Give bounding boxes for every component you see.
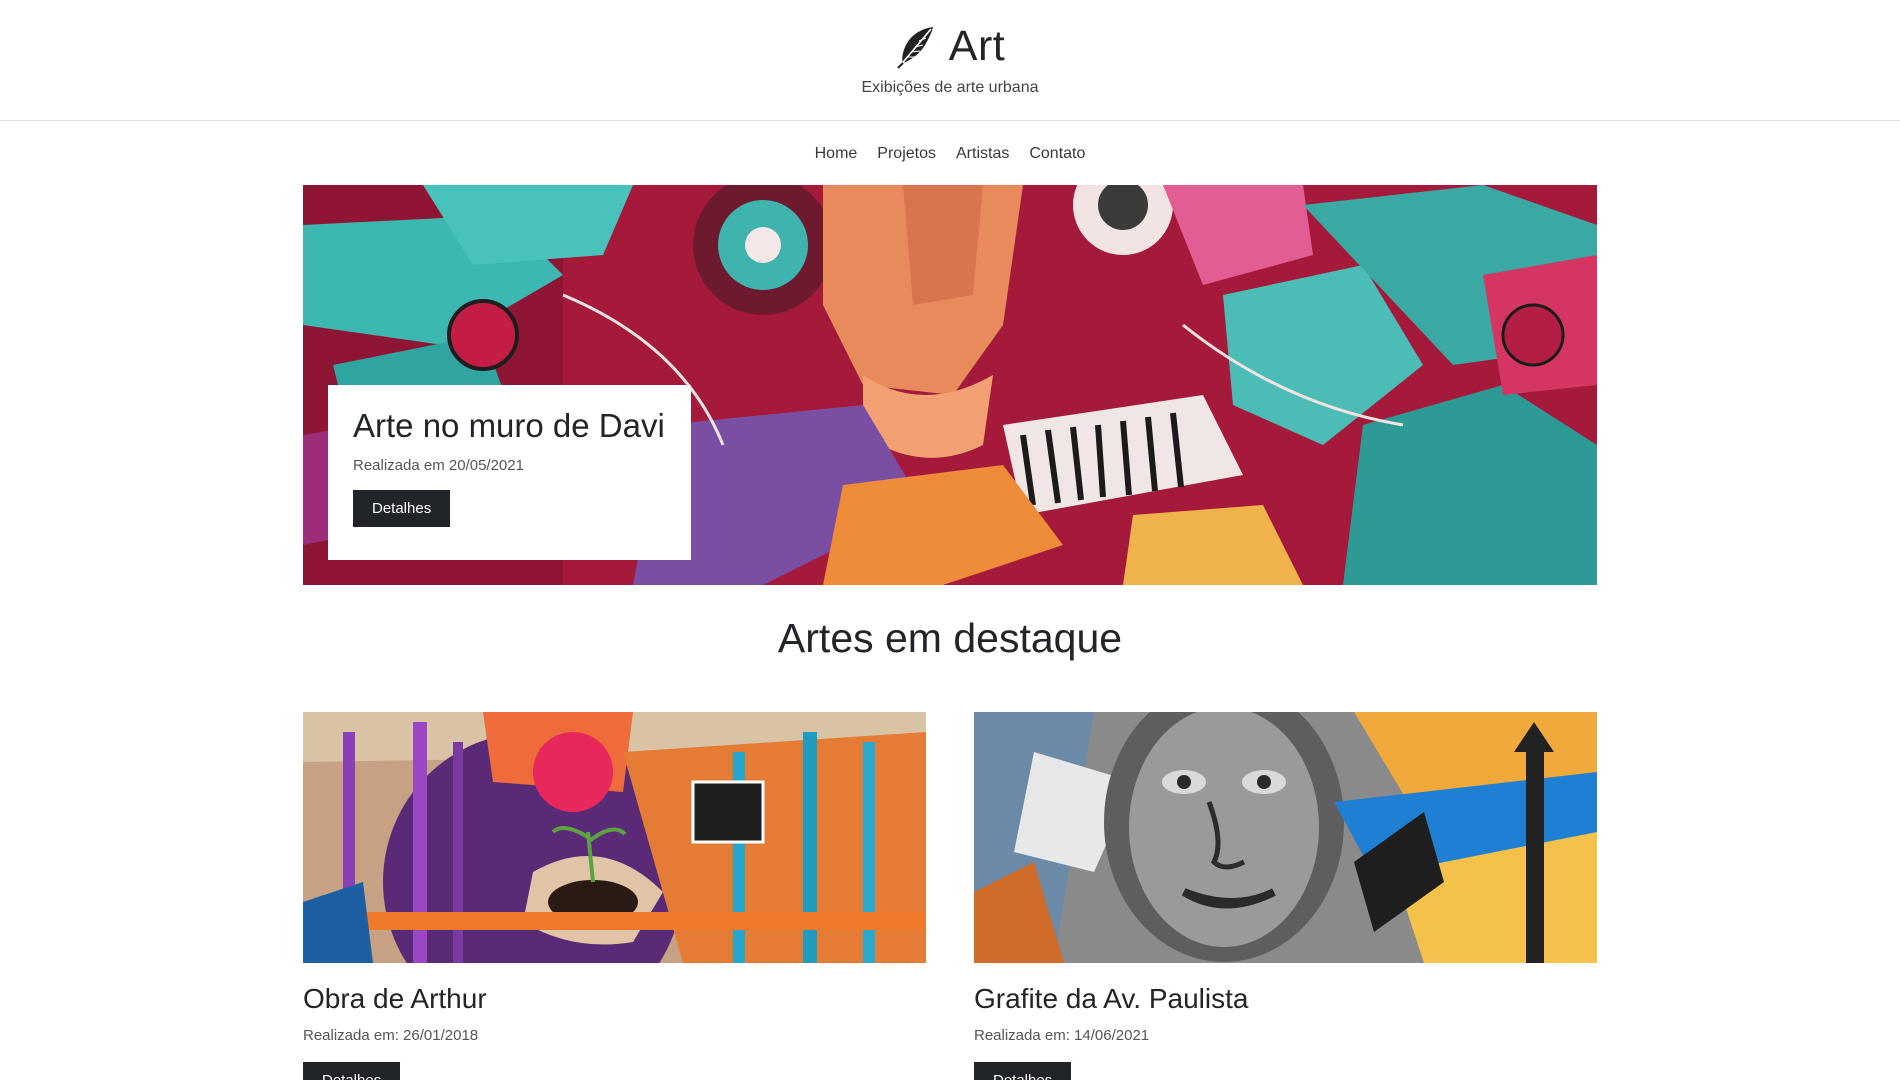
site-title: Art bbox=[948, 22, 1006, 70]
featured-section-title: Artes em destaque bbox=[777, 615, 1123, 661]
nav-item-contato[interactable]: Contato bbox=[1019, 141, 1095, 167]
hero-card: Arte no muro de Davi Realizada em 20/05/… bbox=[328, 385, 691, 560]
card-image[interactable] bbox=[303, 712, 926, 963]
nav-item-home[interactable]: Home bbox=[805, 141, 868, 167]
card-image[interactable] bbox=[974, 712, 1597, 963]
featured-card-2: Grafite da Av. Paulista Realizada em: 14… bbox=[974, 712, 1597, 1080]
card-details-button[interactable]: Detalhes bbox=[303, 1062, 401, 1080]
card-date: Realizada em: 14/06/2021 bbox=[974, 1027, 1150, 1044]
card-title: Grafite da Av. Paulista bbox=[974, 983, 1249, 1014]
site-header: Art Exibições de arte urbana bbox=[0, 0, 1900, 121]
card-title: Obra de Arthur bbox=[303, 983, 487, 1014]
hero-title: Arte no muro de Davi bbox=[353, 407, 665, 444]
hero-date: Realizada em 20/05/2021 bbox=[353, 457, 524, 474]
feather-icon bbox=[897, 26, 933, 69]
card-date: Realizada em: 26/01/2018 bbox=[303, 1027, 479, 1044]
site-tagline: Exibições de arte urbana bbox=[861, 79, 1039, 96]
main-nav: Home Projetos Artistas Contato bbox=[0, 141, 1900, 167]
featured-card-1: Obra de Arthur Realizada em: 26/01/2018 … bbox=[303, 712, 926, 1080]
hero-details-button[interactable]: Detalhes bbox=[353, 490, 451, 527]
brand[interactable]: Art bbox=[0, 22, 1900, 71]
nav-item-artistas[interactable]: Artistas bbox=[946, 141, 1019, 167]
hero-banner: Arte no muro de Davi Realizada em 20/05/… bbox=[303, 185, 1597, 585]
nav-item-projetos[interactable]: Projetos bbox=[867, 141, 946, 167]
card-details-button[interactable]: Detalhes bbox=[974, 1062, 1072, 1080]
card-2-graffiti-image bbox=[974, 712, 1597, 963]
card-1-graffiti-image bbox=[303, 712, 926, 963]
